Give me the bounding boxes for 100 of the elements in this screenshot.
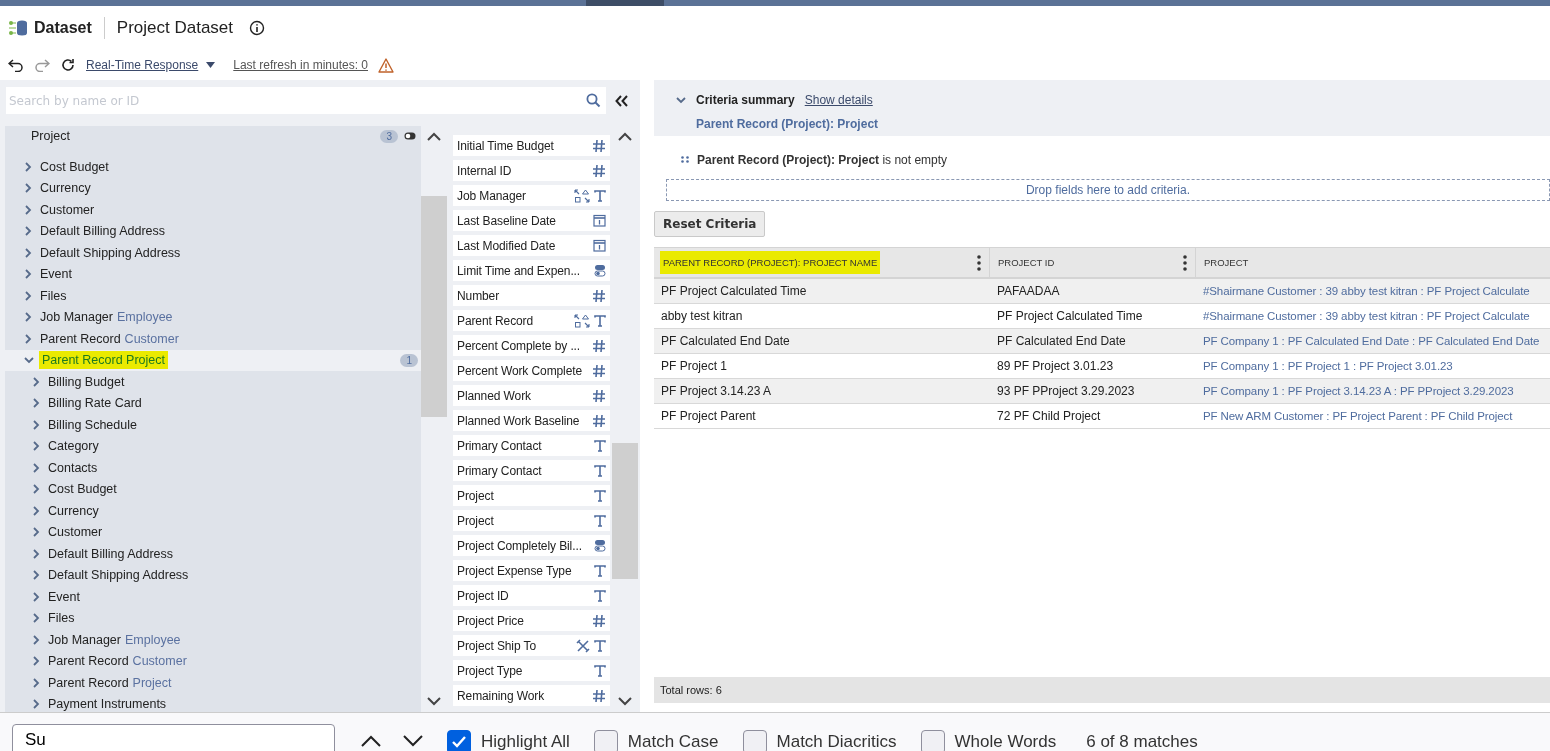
field-item[interactable]: Planned Work Baseline [453,410,610,431]
field-item[interactable]: Project Type [453,660,610,681]
chevron-right-icon[interactable] [24,247,32,258]
tree-item[interactable]: Billing Budget [5,371,421,393]
field-item[interactable]: Project Ship To [453,635,610,656]
chevron-right-icon[interactable] [32,613,40,624]
scrollbar-thumb[interactable] [421,196,447,417]
checkbox[interactable] [742,730,767,751]
drag-handle-icon[interactable] [681,156,689,163]
chevron-right-icon[interactable] [24,312,32,323]
chevron-right-icon[interactable] [32,634,40,645]
scroll-down-icon[interactable] [427,697,441,706]
tree-item[interactable]: Default Billing Address [5,220,421,242]
chevron-right-icon[interactable] [32,398,40,409]
chevron-right-icon[interactable] [32,376,40,387]
chevron-right-icon[interactable] [24,183,32,194]
undo-icon[interactable] [8,58,24,72]
chevron-right-icon[interactable] [24,333,32,344]
chevron-right-icon[interactable] [24,204,32,215]
tree-item[interactable]: Billing Schedule [5,414,421,436]
chevron-right-icon[interactable] [32,677,40,688]
chevron-right-icon[interactable] [32,419,40,430]
tree-item[interactable]: Default Shipping Address [5,242,421,264]
chevron-right-icon[interactable] [24,161,32,172]
chevron-right-icon[interactable] [32,699,40,710]
scrollbar-thumb[interactable] [612,443,638,579]
tree-item[interactable]: Customer [5,521,421,543]
field-item[interactable]: Internal ID [453,160,610,181]
tree-item[interactable]: Files [5,285,421,307]
caret-icon[interactable] [206,62,216,68]
chevron-right-icon[interactable] [24,290,32,301]
tree-item[interactable]: Job Manager Employee [5,629,421,651]
tree-item[interactable]: Default Billing Address [5,543,421,565]
chevron-right-icon[interactable] [24,226,32,237]
chevron-right-icon[interactable] [32,570,40,581]
chevron-right-icon[interactable] [24,269,32,280]
scroll-up-icon[interactable] [427,132,441,141]
tree-item[interactable]: Parent Record Project 1 [5,349,421,371]
tree-item[interactable]: Currency [5,500,421,522]
tree-item[interactable]: Currency [5,177,421,199]
chevron-right-icon[interactable] [32,656,40,667]
field-item[interactable]: Project Completely Bil... [453,535,610,556]
field-item[interactable]: Percent Complete by ... [453,335,610,356]
chevron-right-icon[interactable] [32,548,40,559]
table-link[interactable]: PF Company 1 : PF Project 1 : PF Project 3.01.23 [1196,354,1550,378]
previous-match-icon[interactable] [361,735,381,747]
scroll-down-icon[interactable] [618,697,632,706]
tree-item[interactable]: Payment Instruments [5,693,421,712]
field-item[interactable]: Primary Contact [453,435,610,456]
field-item[interactable]: Project Price [453,610,610,631]
field-item[interactable]: Project Expense Type [453,560,610,581]
table-link[interactable]: PF New ARM Customer : PF Project Parent : PF Child Project [1196,404,1550,428]
show-details-link[interactable]: Show details [804,93,873,107]
tree-item[interactable]: Files [5,607,421,629]
field-item[interactable]: Primary Contact [453,460,610,481]
chevron-right-icon[interactable] [32,484,40,495]
field-item[interactable]: Last Baseline Date [453,210,610,231]
toggle-icon[interactable] [404,132,416,140]
field-item[interactable]: Initial Time Budget [453,135,610,156]
scroll-up-icon[interactable] [618,132,632,141]
response-mode-link[interactable]: Real-Time Response [86,58,199,72]
tree-item[interactable]: Default Shipping Address [5,564,421,586]
search-icon[interactable] [586,93,601,108]
next-match-icon[interactable] [403,735,423,747]
kebab-menu-icon[interactable] [977,254,981,271]
chevron-right-icon[interactable] [32,441,40,452]
field-item[interactable]: Project ID [453,585,610,606]
chevron-right-icon[interactable] [32,462,40,473]
field-item[interactable]: Remaining Work [453,685,610,706]
checkbox[interactable] [447,730,471,751]
field-item[interactable]: Project [453,485,610,506]
tree-item[interactable]: Billing Rate Card [5,392,421,414]
column-header[interactable]: PROJECT ID [990,248,1196,277]
field-item[interactable]: Project [453,510,610,531]
checkbox[interactable] [593,730,618,751]
find-field[interactable]: Su [12,724,335,751]
tree-item[interactable]: Event [5,263,421,285]
tree-item[interactable]: Contacts [5,457,421,479]
tree-item[interactable]: Cost Budget [5,156,421,178]
chevron-down-icon[interactable] [676,96,686,104]
tree-item[interactable]: Job Manager Employee [5,306,421,328]
info-icon[interactable] [249,20,266,36]
tree-item[interactable]: Parent Record Project [5,672,421,694]
field-item[interactable]: Job Manager [453,185,610,206]
column-header[interactable]: PROJECT [1196,248,1550,277]
field-item[interactable]: Percent Work Complete [453,360,610,381]
field-item[interactable]: Number [453,285,610,306]
table-link[interactable]: #Shairmane Customer : 39 abby test kitran : PF Project Calculate [1196,304,1550,328]
table-link[interactable]: PF Company 1 : PF Project 3.14.23 A : PF PProject 3.29.2023 [1196,379,1550,403]
table-link[interactable]: #Shairmane Customer : 39 abby test kitran : PF Project Calculate [1196,279,1550,303]
last-refresh-link[interactable]: Last refresh in minutes: 0 [233,58,368,72]
tree-item[interactable]: Cost Budget [5,478,421,500]
field-item[interactable]: Last Modified Date [453,235,610,256]
tree-item[interactable]: Parent Record Customer [5,328,421,350]
tree-item[interactable]: Customer [5,199,421,221]
kebab-menu-icon[interactable] [1183,254,1187,271]
chevron-down-icon[interactable] [24,356,34,365]
tree-item[interactable]: Parent Record Customer [5,650,421,672]
field-item[interactable]: Limit Time and Expen... [453,260,610,281]
reset-criteria-button[interactable]: Reset Criteria [654,211,766,237]
